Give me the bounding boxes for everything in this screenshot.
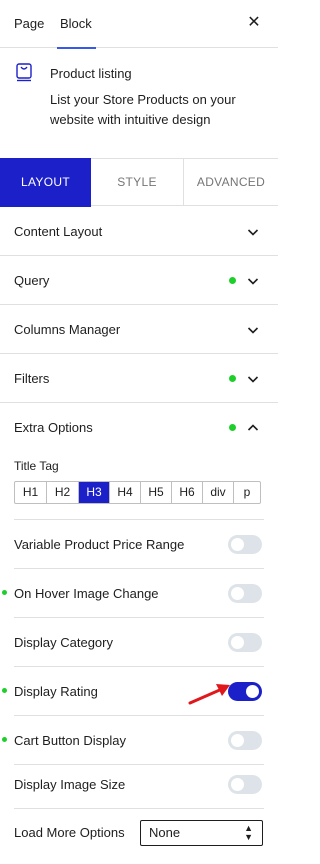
option-label: Variable Product Price Range <box>14 537 185 552</box>
chevron-down-icon <box>247 229 259 236</box>
red-arrow-annotation <box>188 684 230 705</box>
panel-label: Extra Options <box>14 420 93 435</box>
toggle-knob <box>231 778 244 791</box>
toggle-switch[interactable] <box>228 584 262 603</box>
toggle-switch[interactable] <box>228 535 262 554</box>
load-more-select[interactable]: None ▲ ▼ <box>140 820 263 846</box>
tab-block[interactable]: Block <box>57 0 96 49</box>
modified-indicator <box>229 375 236 382</box>
block-title: Product listing <box>50 66 132 81</box>
option-label: Display Category <box>14 635 113 650</box>
modified-indicator <box>2 688 7 693</box>
title-tag-h2[interactable]: H2 <box>47 482 79 503</box>
modified-indicator <box>229 277 236 284</box>
title-tag-h3[interactable]: H3 <box>79 482 110 503</box>
tab-advanced[interactable]: ADVANCED <box>184 159 278 206</box>
panel-extra-options[interactable]: Extra Options <box>0 403 278 452</box>
option-label: Display Image Size <box>14 777 126 792</box>
option-display-category: Display Category <box>14 618 264 667</box>
panel-label: Filters <box>14 371 50 386</box>
block-description: List your Store Products on your website… <box>50 92 236 127</box>
modified-indicator <box>2 737 7 742</box>
toggle-knob <box>246 685 259 698</box>
toggle-switch[interactable] <box>228 682 262 701</box>
chevron-down-icon <box>247 278 259 285</box>
tab-layout[interactable]: LAYOUT <box>0 158 91 207</box>
option-cart-button-display: Cart Button Display <box>2 716 264 765</box>
toggle-knob <box>231 538 244 551</box>
panel-label: Columns Manager <box>14 322 121 337</box>
tab-style[interactable]: STYLE <box>91 159 184 206</box>
panel-columns-manager[interactable]: Columns Manager <box>0 305 278 354</box>
chevron-down-icon <box>247 327 259 334</box>
select-value: None <box>149 825 181 840</box>
toggle-knob <box>231 636 244 649</box>
tab-page[interactable]: Page <box>14 0 44 48</box>
title-tag-label: Title Tag <box>14 459 59 473</box>
product-listing-icon <box>16 63 32 82</box>
panel-label: Query <box>14 273 50 288</box>
option-on-hover-image-change: On Hover Image Change <box>2 569 264 618</box>
close-icon[interactable]: ✕ <box>244 13 264 33</box>
option-label: Load More Options <box>14 825 125 840</box>
title-tag-h4[interactable]: H4 <box>110 482 141 503</box>
option-label: On Hover Image Change <box>14 586 159 601</box>
modified-indicator <box>2 590 7 595</box>
title-tag-h5[interactable]: H5 <box>141 482 172 503</box>
option-load-more: Load More Options None ▲ ▼ <box>14 809 264 858</box>
title-tag-h6[interactable]: H6 <box>172 482 203 503</box>
title-tag-h1[interactable]: H1 <box>15 482 47 503</box>
toggle-switch[interactable] <box>228 633 262 652</box>
toggle-knob <box>231 587 244 600</box>
panel-query[interactable]: Query <box>0 256 278 305</box>
option-label: Display Rating <box>14 684 98 699</box>
settings-mode-tabs: LAYOUT STYLE ADVANCED <box>0 158 278 207</box>
option-variable-product-price-range: Variable Product Price Range <box>14 520 264 569</box>
title-tag-div[interactable]: div <box>203 482 234 503</box>
modified-indicator <box>229 424 236 431</box>
panel-label: Content Layout <box>14 224 103 239</box>
block-card: Product listing List your Store Products… <box>0 49 278 158</box>
title-tag-p[interactable]: p <box>234 482 260 503</box>
panel-filters[interactable]: Filters <box>0 354 278 403</box>
chevron-down-icon <box>247 376 259 383</box>
sidebar-tabs: Page Block ✕ <box>0 0 278 49</box>
panel-content-layout[interactable]: Content Layout <box>0 207 278 256</box>
title-tag-button-group: H1 H2 H3 H4 H5 H6 div p <box>14 481 261 504</box>
updown-arrows-icon: ▲ ▼ <box>244 823 253 842</box>
toggle-switch[interactable] <box>228 775 262 794</box>
chevron-up-icon <box>247 424 259 431</box>
option-label: Cart Button Display <box>14 733 126 748</box>
option-display-image-size: Display Image Size <box>14 760 264 809</box>
toggle-switch[interactable] <box>228 731 262 750</box>
toggle-knob <box>231 734 244 747</box>
